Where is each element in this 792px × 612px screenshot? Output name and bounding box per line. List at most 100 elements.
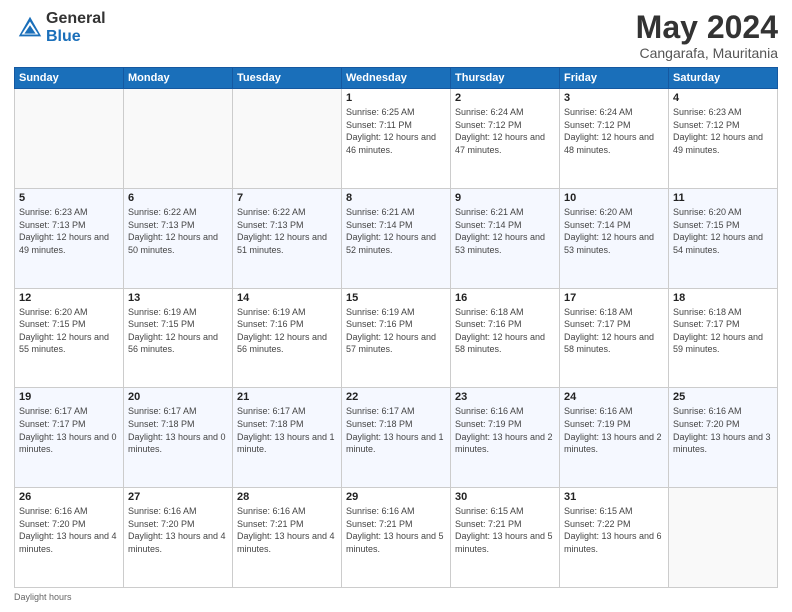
day-info: Sunrise: 6:19 AMSunset: 7:16 PMDaylight:… [237, 306, 337, 356]
day-number: 17 [564, 292, 664, 304]
footer-note: Daylight hours [14, 592, 778, 602]
calendar-week-row: 1 Sunrise: 6:25 AMSunset: 7:11 PMDaylight… [15, 89, 778, 189]
day-number: 18 [673, 292, 773, 304]
calendar-header-saturday: Saturday [669, 68, 778, 89]
day-info: Sunrise: 6:18 AMSunset: 7:17 PMDaylight:… [673, 306, 773, 356]
calendar-header-thursday: Thursday [451, 68, 560, 89]
calendar-cell: 25 Sunrise: 6:16 AMSunset: 7:20 PMDayligh… [669, 388, 778, 488]
calendar-cell: 17 Sunrise: 6:18 AMSunset: 7:17 PMDayligh… [560, 288, 669, 388]
day-number: 1 [346, 92, 446, 104]
day-info: Sunrise: 6:16 AMSunset: 7:19 PMDaylight:… [564, 405, 664, 455]
calendar-cell: 5 Sunrise: 6:23 AMSunset: 7:13 PMDaylight… [15, 188, 124, 288]
calendar-cell: 13 Sunrise: 6:19 AMSunset: 7:15 PMDayligh… [124, 288, 233, 388]
title-block: May 2024 Cangarafa, Mauritania [636, 10, 778, 61]
day-info: Sunrise: 6:20 AMSunset: 7:14 PMDaylight:… [564, 206, 664, 256]
logo-text: General Blue [46, 10, 106, 45]
day-info: Sunrise: 6:15 AMSunset: 7:22 PMDaylight:… [564, 505, 664, 555]
logo: General Blue [14, 10, 106, 45]
calendar-cell: 22 Sunrise: 6:17 AMSunset: 7:18 PMDayligh… [342, 388, 451, 488]
calendar-cell: 29Sunrise: 6:16 AMSunset: 7:21 PMDayligh… [342, 488, 451, 588]
day-info: Sunrise: 6:22 AMSunset: 7:13 PMDaylight:… [128, 206, 228, 256]
location: Cangarafa, Mauritania [636, 45, 778, 61]
logo-icon [16, 14, 44, 42]
day-info: Sunrise: 6:17 AMSunset: 7:18 PMDaylight:… [237, 405, 337, 455]
day-number: 5 [19, 192, 119, 204]
day-number: 25 [673, 391, 773, 403]
calendar-cell: 3 Sunrise: 6:24 AMSunset: 7:12 PMDaylight… [560, 89, 669, 189]
calendar-cell: 7 Sunrise: 6:22 AMSunset: 7:13 PMDaylight… [233, 188, 342, 288]
day-number: 2 [455, 92, 555, 104]
day-number: 3 [564, 92, 664, 104]
day-info: Sunrise: 6:16 AMSunset: 7:20 PMDaylight:… [673, 405, 773, 455]
calendar-cell: 16 Sunrise: 6:18 AMSunset: 7:16 PMDayligh… [451, 288, 560, 388]
day-info: Sunrise: 6:17 AMSunset: 7:18 PMDaylight:… [346, 405, 446, 455]
calendar-cell: 28 Sunrise: 6:16 AMSunset: 7:21 PMDayligh… [233, 488, 342, 588]
calendar-week-row: 12 Sunrise: 6:20 AMSunset: 7:15 PMDayligh… [15, 288, 778, 388]
calendar-cell: 26 Sunrise: 6:16 AMSunset: 7:20 PMDayligh… [15, 488, 124, 588]
calendar-cell: 1 Sunrise: 6:25 AMSunset: 7:11 PMDaylight… [342, 89, 451, 189]
calendar-cell: 31 Sunrise: 6:15 AMSunset: 7:22 PMDayligh… [560, 488, 669, 588]
day-info: Sunrise: 6:21 AMSunset: 7:14 PMDaylight:… [455, 206, 555, 256]
day-number: 7 [237, 192, 337, 204]
calendar-cell: 18 Sunrise: 6:18 AMSunset: 7:17 PMDayligh… [669, 288, 778, 388]
day-info: Sunrise: 6:22 AMSunset: 7:13 PMDaylight:… [237, 206, 337, 256]
calendar-cell: 20 Sunrise: 6:17 AMSunset: 7:18 PMDayligh… [124, 388, 233, 488]
calendar-header-friday: Friday [560, 68, 669, 89]
day-number: 29 [346, 491, 446, 503]
calendar-cell: 19Sunrise: 6:17 AMSunset: 7:17 PMDayligh… [15, 388, 124, 488]
month-title: May 2024 [636, 10, 778, 45]
calendar-cell: 4 Sunrise: 6:23 AMSunset: 7:12 PMDaylight… [669, 89, 778, 189]
calendar-header-row: SundayMondayTuesdayWednesdayThursdayFrid… [15, 68, 778, 89]
day-number: 6 [128, 192, 228, 204]
day-info: Sunrise: 6:17 AMSunset: 7:17 PMDaylight:… [19, 405, 119, 455]
calendar-week-row: 19Sunrise: 6:17 AMSunset: 7:17 PMDayligh… [15, 388, 778, 488]
calendar-cell [15, 89, 124, 189]
day-number: 12 [19, 292, 119, 304]
calendar-cell [124, 89, 233, 189]
day-info: Sunrise: 6:23 AMSunset: 7:13 PMDaylight:… [19, 206, 119, 256]
calendar-cell: 15 Sunrise: 6:19 AMSunset: 7:16 PMDayligh… [342, 288, 451, 388]
day-info: Sunrise: 6:18 AMSunset: 7:16 PMDaylight:… [455, 306, 555, 356]
day-info: Sunrise: 6:16 AMSunset: 7:19 PMDaylight:… [455, 405, 555, 455]
day-number: 4 [673, 92, 773, 104]
day-number: 11 [673, 192, 773, 204]
day-info: Sunrise: 6:24 AMSunset: 7:12 PMDaylight:… [455, 106, 555, 156]
day-number: 26 [19, 491, 119, 503]
day-info: Sunrise: 6:19 AMSunset: 7:16 PMDaylight:… [346, 306, 446, 356]
calendar-cell [669, 488, 778, 588]
calendar-cell: 8Sunrise: 6:21 AMSunset: 7:14 PMDaylight… [342, 188, 451, 288]
day-info: Sunrise: 6:20 AMSunset: 7:15 PMDaylight:… [19, 306, 119, 356]
calendar-header-wednesday: Wednesday [342, 68, 451, 89]
day-info: Sunrise: 6:17 AMSunset: 7:18 PMDaylight:… [128, 405, 228, 455]
day-number: 15 [346, 292, 446, 304]
calendar-week-row: 26 Sunrise: 6:16 AMSunset: 7:20 PMDayligh… [15, 488, 778, 588]
day-number: 22 [346, 391, 446, 403]
calendar-cell: 12 Sunrise: 6:20 AMSunset: 7:15 PMDayligh… [15, 288, 124, 388]
page: General Blue May 2024 Cangarafa, Maurita… [0, 0, 792, 612]
day-number: 20 [128, 391, 228, 403]
day-info: Sunrise: 6:16 AMSunset: 7:21 PMDaylight:… [237, 505, 337, 555]
day-info: Sunrise: 6:23 AMSunset: 7:12 PMDaylight:… [673, 106, 773, 156]
calendar-cell [233, 89, 342, 189]
day-number: 16 [455, 292, 555, 304]
calendar-header-monday: Monday [124, 68, 233, 89]
day-info: Sunrise: 6:16 AMSunset: 7:20 PMDaylight:… [19, 505, 119, 555]
day-number: 21 [237, 391, 337, 403]
day-number: 28 [237, 491, 337, 503]
day-number: 30 [455, 491, 555, 503]
calendar-table: SundayMondayTuesdayWednesdayThursdayFrid… [14, 67, 778, 588]
day-number: 13 [128, 292, 228, 304]
calendar-cell: 2 Sunrise: 6:24 AMSunset: 7:12 PMDaylight… [451, 89, 560, 189]
day-info: Sunrise: 6:18 AMSunset: 7:17 PMDaylight:… [564, 306, 664, 356]
day-info: Sunrise: 6:24 AMSunset: 7:12 PMDaylight:… [564, 106, 664, 156]
day-number: 23 [455, 391, 555, 403]
day-info: Sunrise: 6:19 AMSunset: 7:15 PMDaylight:… [128, 306, 228, 356]
calendar-cell: 9Sunrise: 6:21 AMSunset: 7:14 PMDaylight… [451, 188, 560, 288]
day-info: Sunrise: 6:21 AMSunset: 7:14 PMDaylight:… [346, 206, 446, 256]
header: General Blue May 2024 Cangarafa, Maurita… [14, 10, 778, 61]
calendar-cell: 24 Sunrise: 6:16 AMSunset: 7:19 PMDayligh… [560, 388, 669, 488]
day-info: Sunrise: 6:25 AMSunset: 7:11 PMDaylight:… [346, 106, 446, 156]
day-number: 31 [564, 491, 664, 503]
logo-blue-label: Blue [46, 28, 106, 46]
day-number: 24 [564, 391, 664, 403]
